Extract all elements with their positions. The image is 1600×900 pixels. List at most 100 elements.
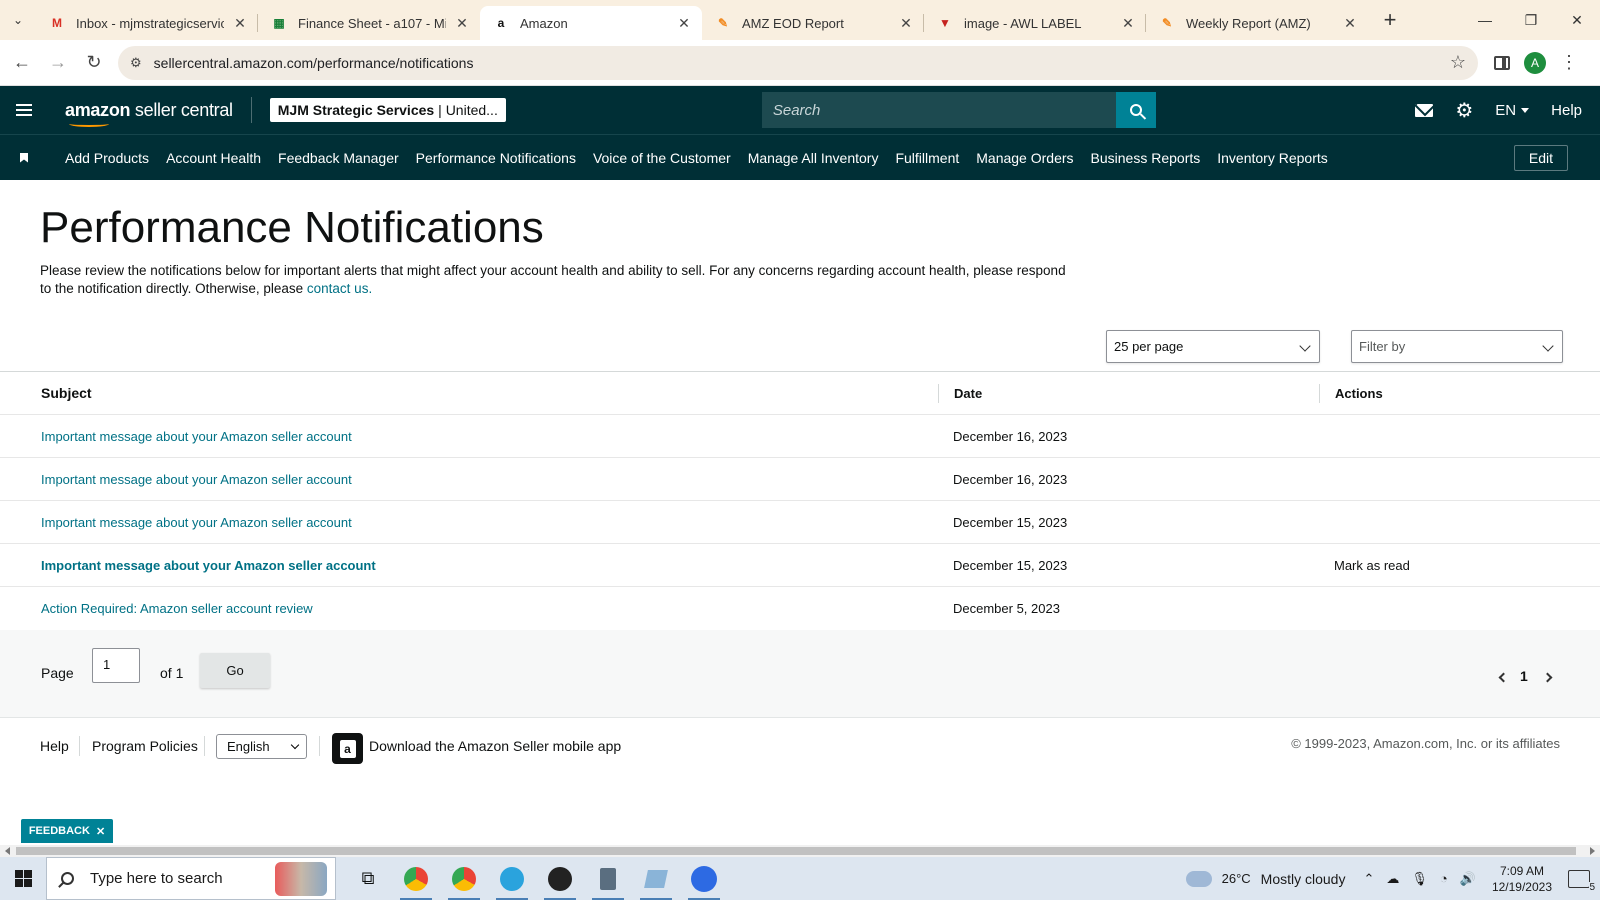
browser-tab[interactable]: M Inbox - mjmstrategicservices ✕ xyxy=(36,6,258,40)
notification-subject-link[interactable]: Important message about your Amazon sell… xyxy=(41,429,352,444)
volume-icon[interactable]: 🔊 xyxy=(1460,871,1476,887)
browser-tab[interactable]: ▼ image - AWL LABEL ✕ xyxy=(924,6,1146,40)
tab-close-icon[interactable]: ✕ xyxy=(1120,15,1136,32)
store-region: | United... xyxy=(438,102,498,118)
notification-subject-link[interactable]: Important message about your Amazon sell… xyxy=(41,558,376,573)
download-app-link[interactable]: Download the Amazon Seller mobile app xyxy=(369,738,621,754)
tab-favicon-icon: a xyxy=(497,16,505,30)
go-button[interactable]: Go xyxy=(200,653,270,688)
browser-tab[interactable]: ▦ Finance Sheet - a107 - Micha ✕ xyxy=(258,6,480,40)
header-search-input[interactable]: Search xyxy=(761,92,1116,128)
omnibox[interactable]: ⚙ sellercentral.amazon.com/performance/n… xyxy=(118,45,1478,80)
weather-description[interactable]: Mostly cloudy xyxy=(1261,871,1346,887)
browser-tab[interactable]: a Amazon ✕ xyxy=(480,6,702,40)
tab-close-icon[interactable]: ✕ xyxy=(898,15,914,32)
header-search-button[interactable] xyxy=(1115,92,1156,128)
start-button[interactable] xyxy=(0,857,46,900)
browser-menu-icon[interactable]: ⋮ xyxy=(1560,52,1578,73)
feedback-button[interactable]: FEEDBACK ✕ xyxy=(21,819,113,843)
scrollbar-thumb[interactable] xyxy=(16,847,1576,855)
footer-language-select[interactable]: English xyxy=(216,734,307,759)
taskbar-search-input[interactable]: Type here to search xyxy=(46,857,336,900)
chevron-up-icon[interactable]: ⌃ xyxy=(1363,871,1374,887)
zoom-icon[interactable] xyxy=(680,857,728,900)
telegram-icon[interactable] xyxy=(488,857,536,900)
weather-temperature[interactable]: 26°C xyxy=(1222,871,1251,886)
side-panel-icon[interactable] xyxy=(1494,55,1510,70)
bookmark-link[interactable]: Manage All Inventory xyxy=(748,150,879,166)
bookmark-link[interactable]: Account Health xyxy=(166,150,261,166)
wifi-icon[interactable]: ◔ xyxy=(1440,871,1448,887)
current-page-number[interactable]: 1 xyxy=(1520,668,1528,684)
bookmark-link[interactable]: Performance Notifications xyxy=(416,150,576,166)
tab-search-icon[interactable]: ⌄ xyxy=(0,0,36,40)
mail-icon[interactable] xyxy=(1415,103,1434,117)
forward-icon[interactable]: → xyxy=(40,45,76,81)
chevron-right-icon[interactable] xyxy=(1542,672,1553,683)
amazon-app-icon[interactable]: a xyxy=(332,733,363,764)
site-info-icon[interactable]: ⚙ xyxy=(130,55,142,71)
taskbar-clock[interactable]: 7:09 AM 12/19/2023 xyxy=(1492,863,1552,895)
onedrive-icon[interactable]: ☁ xyxy=(1386,871,1399,887)
notification-center-icon[interactable]: 5 xyxy=(1568,869,1595,893)
contact-us-link[interactable]: contact us. xyxy=(307,281,372,296)
seller-central-logo[interactable]: amazon seller central xyxy=(65,100,233,127)
chrome-profile-icon[interactable] xyxy=(440,857,488,900)
bookmark-link[interactable]: Business Reports xyxy=(1091,150,1201,166)
per-page-select[interactable]: 25 per page xyxy=(1106,330,1320,363)
notification-subject-link[interactable]: Important message about your Amazon sell… xyxy=(41,472,352,487)
weather-icon[interactable] xyxy=(1185,866,1212,887)
microphone-icon[interactable]: 🎙 xyxy=(1411,871,1428,887)
per-page-value: 25 per page xyxy=(1114,339,1184,354)
tab-close-icon[interactable]: ✕ xyxy=(454,15,470,32)
notification-subject-link[interactable]: Action Required: Amazon seller account r… xyxy=(41,601,313,616)
gear-icon[interactable]: ⚙ xyxy=(1455,98,1473,123)
browser-tab[interactable]: ✎ AMZ EOD Report ✕ xyxy=(702,6,924,40)
store-switcher-button[interactable]: MJM Strategic Services | United... xyxy=(269,98,506,122)
screen-recorder-icon[interactable] xyxy=(536,857,584,900)
back-icon[interactable]: ← xyxy=(4,45,40,81)
footer-help-link[interactable]: Help xyxy=(40,738,69,754)
program-policies-link[interactable]: Program Policies xyxy=(92,738,198,754)
table-row: Important message about your Amazon sell… xyxy=(0,415,1600,458)
bookmark-star-icon[interactable]: ☆ xyxy=(1450,52,1466,73)
notes-app-icon[interactable] xyxy=(632,857,680,900)
header-date[interactable]: Date xyxy=(954,386,982,401)
profile-avatar[interactable]: A xyxy=(1524,51,1546,74)
close-icon[interactable]: ✕ xyxy=(96,825,105,838)
tab-close-icon[interactable]: ✕ xyxy=(1342,15,1358,32)
reload-icon[interactable]: ↻ xyxy=(76,45,112,81)
bookmark-link[interactable]: Voice of the Customer xyxy=(593,150,731,166)
horizontal-scrollbar[interactable] xyxy=(0,845,1600,857)
browser-tab[interactable]: ✎ Weekly Report (AMZ) ✕ xyxy=(1146,6,1368,40)
help-link[interactable]: Help xyxy=(1551,102,1582,119)
url-text[interactable]: sellercentral.amazon.com/performance/not… xyxy=(154,55,1450,71)
tab-close-icon[interactable]: ✕ xyxy=(676,15,692,32)
notifications-table: Subject Date Actions Important message a… xyxy=(0,371,1600,631)
language-selector[interactable]: EN xyxy=(1495,102,1530,119)
chrome-icon[interactable] xyxy=(392,857,440,900)
edit-bookmarks-button[interactable]: Edit xyxy=(1513,144,1568,171)
bookmark-link[interactable]: Manage Orders xyxy=(976,150,1073,166)
header-subject[interactable]: Subject xyxy=(41,385,92,401)
scroll-left-icon[interactable] xyxy=(5,847,10,855)
bookmark-link[interactable]: Inventory Reports xyxy=(1217,150,1328,166)
tab-close-icon[interactable]: ✕ xyxy=(232,15,248,32)
task-view-icon[interactable]: ⧉ xyxy=(344,857,392,900)
mark-as-read-action[interactable]: Mark as read xyxy=(1334,558,1410,573)
chevron-left-icon[interactable] xyxy=(1498,672,1509,683)
new-tab-button[interactable]: + xyxy=(1376,6,1404,34)
page-number-input[interactable]: 1 xyxy=(92,648,140,683)
hamburger-menu-icon[interactable] xyxy=(0,109,48,111)
notification-subject-link[interactable]: Important message about your Amazon sell… xyxy=(41,515,352,530)
bookmark-link[interactable]: Add Products xyxy=(65,150,149,166)
filter-select[interactable]: Filter by xyxy=(1351,330,1563,363)
calculator-icon[interactable] xyxy=(584,857,632,900)
restore-icon[interactable]: ❐ xyxy=(1508,0,1554,40)
bookmark-icon[interactable] xyxy=(0,152,48,163)
bookmark-link[interactable]: Feedback Manager xyxy=(278,150,399,166)
scroll-right-icon[interactable] xyxy=(1590,847,1595,855)
bookmark-link[interactable]: Fulfillment xyxy=(895,150,959,166)
close-window-icon[interactable]: ✕ xyxy=(1554,0,1600,40)
minimize-icon[interactable]: — xyxy=(1462,0,1508,40)
